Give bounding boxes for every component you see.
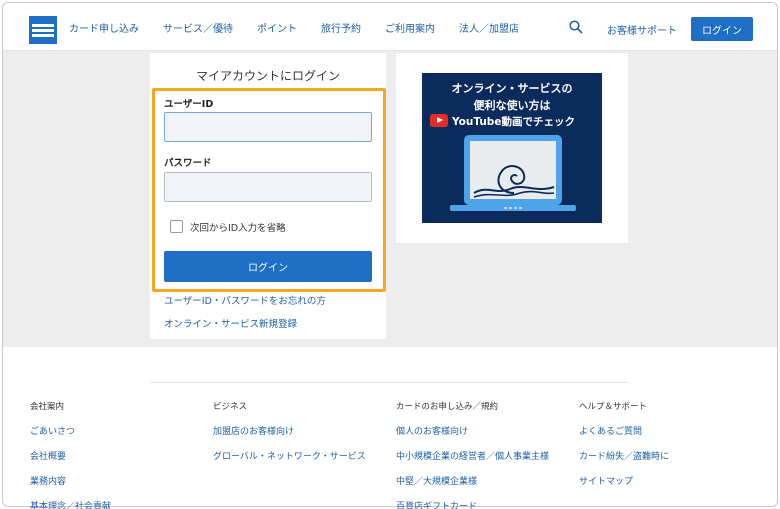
footer-link[interactable]: 業務内容 [30,474,111,487]
nav-services[interactable]: サービス／優待 [163,20,233,35]
login-title: マイアカウントにログイン [195,69,340,83]
laptop-illustration-icon [450,135,576,211]
youtube-icon [430,114,448,127]
nav-travel[interactable]: 旅行予約 [321,20,361,35]
footer-heading: カードのお申し込み／規約 [396,402,499,412]
logo-icon [32,23,54,38]
footer-divider [150,382,628,383]
content-band [3,51,777,347]
footer-link[interactable]: サイトマップ [579,474,669,487]
footer-col-help: ヘルプ＆サポート よくあるご質問 カード紛失／盗難時に サイトマップ [579,400,669,499]
promo-line-3: YouTube動画でチェック [452,116,575,128]
footer-link[interactable]: 中堅／大規模企業様 [396,474,549,487]
remember-id-checkbox[interactable] [170,220,183,233]
user-id-input[interactable] [164,112,372,142]
login-button[interactable]: ログイン [164,251,372,282]
footer-link[interactable]: 中小規模企業の経営者／個人事業主様 [396,449,549,462]
nav-card-apply[interactable]: カード申し込み [69,20,139,35]
top-header: カード申し込み サービス／優待 ポイント 旅行予約 ご利用案内 法人／加盟店 お… [3,3,777,51]
footer-col-company: 会社案内 ごあいさつ 会社概要 業務内容 基本理念／社会貢献 [30,400,111,509]
footer-link[interactable]: グローバル・ネットワーク・サービス [213,449,366,462]
main-nav: カード申し込み サービス／優待 ポイント 旅行予約 ご利用案内 法人／加盟店 [69,3,543,51]
footer-link[interactable]: カード紛失／盗難時に [579,449,669,462]
nav-usage-guide[interactable]: ご利用案内 [385,20,435,35]
footer-col-business: ビジネス 加盟店のお客様向け グローバル・ネットワーク・サービス [213,400,366,474]
footer-link[interactable]: 会社概要 [30,449,111,462]
remember-id-label: 次回からID入力を省略 [190,223,286,234]
nav-business[interactable]: 法人／加盟店 [459,20,519,35]
online-service-register-link[interactable]: オンライン・サービス新規登録 [164,316,297,330]
footer-link[interactable]: ごあいさつ [30,424,111,437]
password-label: パスワード [164,158,212,169]
footer-link[interactable]: 加盟店のお客様向け [213,424,366,437]
customer-support-link[interactable]: お客様サポート [607,22,677,37]
promo-line-1: オンライン・サービスの [451,82,573,95]
header-login-button[interactable]: ログイン [691,17,753,41]
footer-link[interactable]: 個人のお客様向け [396,424,549,437]
nav-points[interactable]: ポイント [257,20,297,35]
footer-heading: 会社案内 [30,402,65,412]
amex-logo[interactable] [29,16,57,44]
promo-line-2: 便利な使い方は [473,99,551,112]
footer-heading: ビジネス [213,402,248,412]
forgot-credentials-link[interactable]: ユーザーID・パスワードをお忘れの方 [164,293,326,307]
footer-link[interactable]: 基本理念／社会貢献 [30,499,111,509]
user-id-label: ユーザーID [164,99,214,110]
footer-link[interactable]: 百貨店ギフトカード [396,499,549,509]
search-icon[interactable] [569,20,583,34]
password-input[interactable] [164,172,372,202]
youtube-promo-banner[interactable]: オンライン・サービスの 便利な使い方は YouTube動画でチェック [422,73,602,223]
footer-heading: ヘルプ＆サポート [579,402,648,412]
footer-col-card-apply: カードのお申し込み／規約 個人のお客様向け 中小規模企業の経営者／個人事業主様 … [396,400,549,509]
footer-link[interactable]: よくあるご質問 [579,424,669,437]
